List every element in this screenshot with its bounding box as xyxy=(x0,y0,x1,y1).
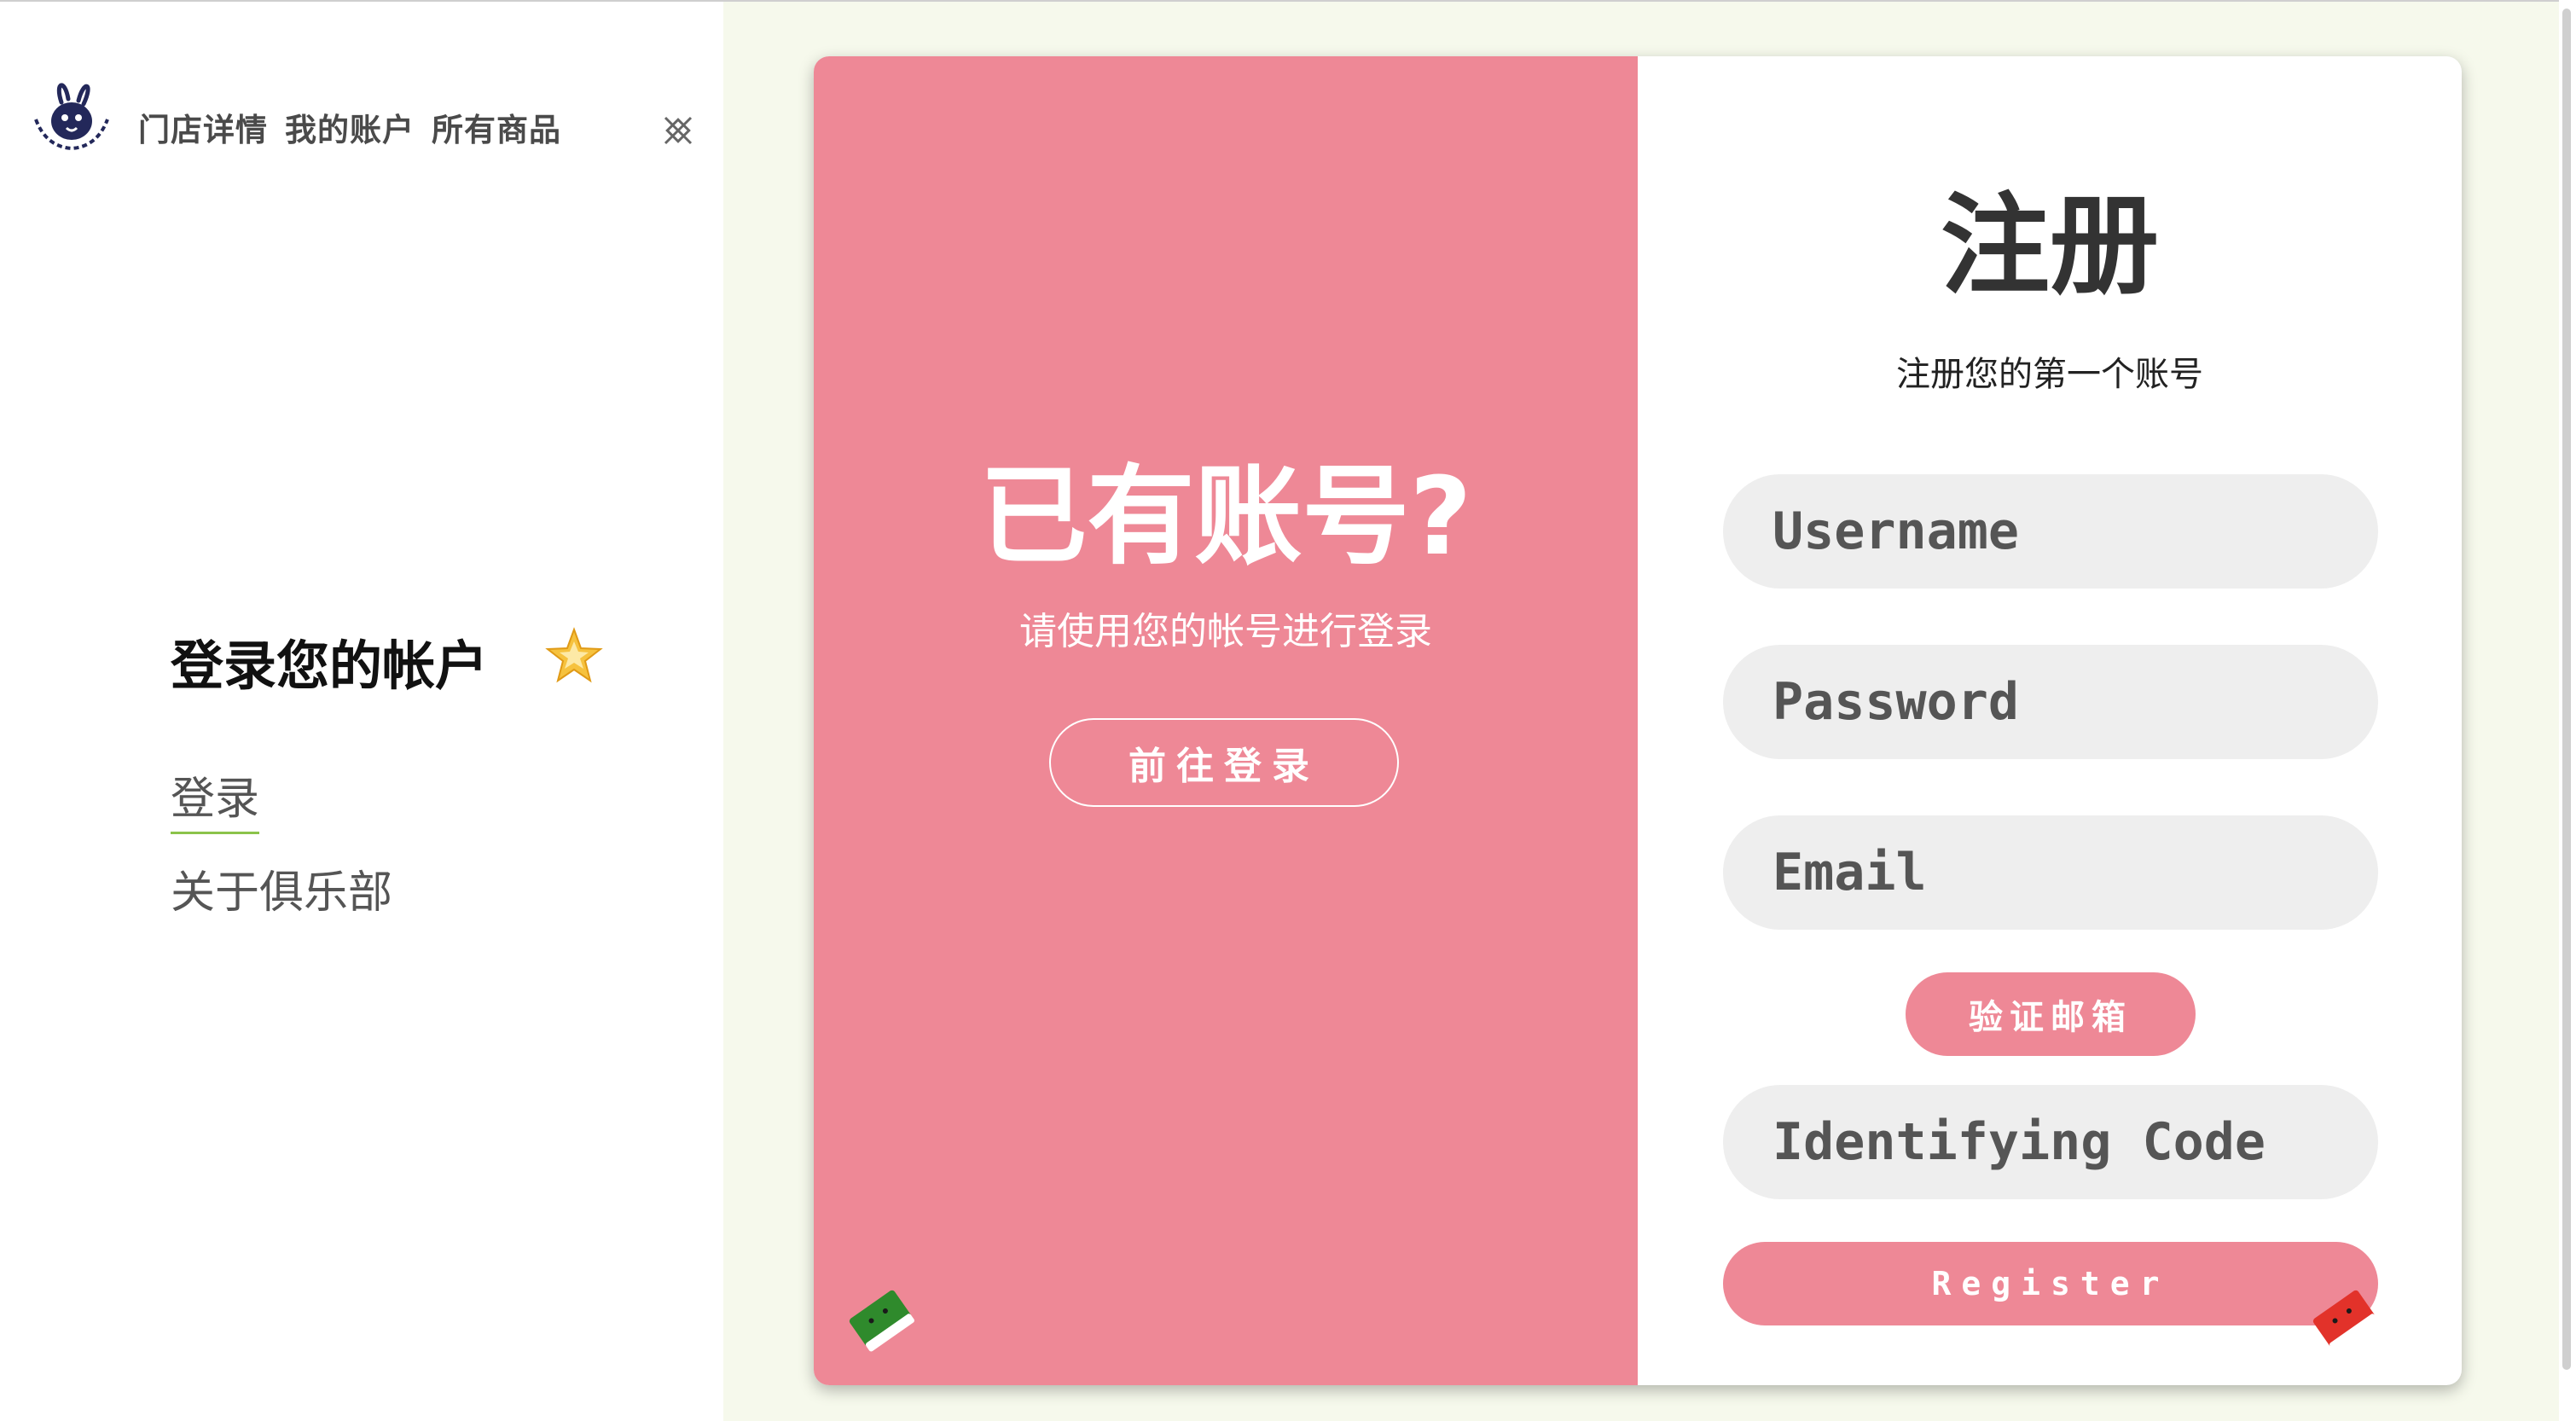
login-prompt-subtitle: 请使用您的帐号进行登录 xyxy=(1019,610,1432,653)
login-prompt-panel: 已有账号? 请使用您的帐号进行登录 前往登录 xyxy=(814,56,1638,1385)
page-scrollbar-thumb[interactable] xyxy=(2562,9,2571,1370)
register-panel: 注册 注册您的第一个账号 验证邮箱 Register xyxy=(1638,56,2462,1385)
register-subtitle: 注册您的第一个账号 xyxy=(1896,355,2203,394)
nav-my-account[interactable]: 我的账户 xyxy=(285,104,415,150)
star-icon xyxy=(544,626,604,686)
identifying-code-input[interactable] xyxy=(1723,1085,2378,1199)
sidebar: 门店详情 我的账户 所有商品 登录您的帐户 登录 关于俱乐部 xyxy=(0,2,723,1421)
sidebar-about-link[interactable]: 关于俱乐部 xyxy=(171,856,392,920)
go-to-login-button[interactable]: 前往登录 xyxy=(1049,718,1399,807)
sidebar-login-link[interactable]: 登录 xyxy=(171,763,260,834)
red-toy-block-icon xyxy=(2301,1276,2387,1361)
register-title: 注册 xyxy=(1940,183,2159,310)
login-prompt-title: 已有账号? xyxy=(979,454,1472,579)
auth-card: 已有账号? 请使用您的帐号进行登录 前往登录 注册 注册您的第一个账号 验证邮箱… xyxy=(814,56,2462,1385)
top-nav: 门店详情 我的账户 所有商品 xyxy=(138,104,561,150)
green-toy-block-icon xyxy=(838,1276,923,1361)
sidebar-heading: 登录您的帐户 xyxy=(171,635,489,697)
club-rabbit-logo-icon[interactable] xyxy=(29,77,114,154)
close-x-icon[interactable] xyxy=(659,111,698,150)
email-input[interactable] xyxy=(1723,815,2378,930)
password-input[interactable] xyxy=(1723,645,2378,759)
username-input[interactable] xyxy=(1723,474,2378,589)
verify-email-button[interactable]: 验证邮箱 xyxy=(1906,972,2196,1056)
register-button[interactable]: Register xyxy=(1723,1242,2378,1325)
nav-all-products[interactable]: 所有商品 xyxy=(432,104,561,150)
nav-store-details[interactable]: 门店详情 xyxy=(138,104,268,150)
